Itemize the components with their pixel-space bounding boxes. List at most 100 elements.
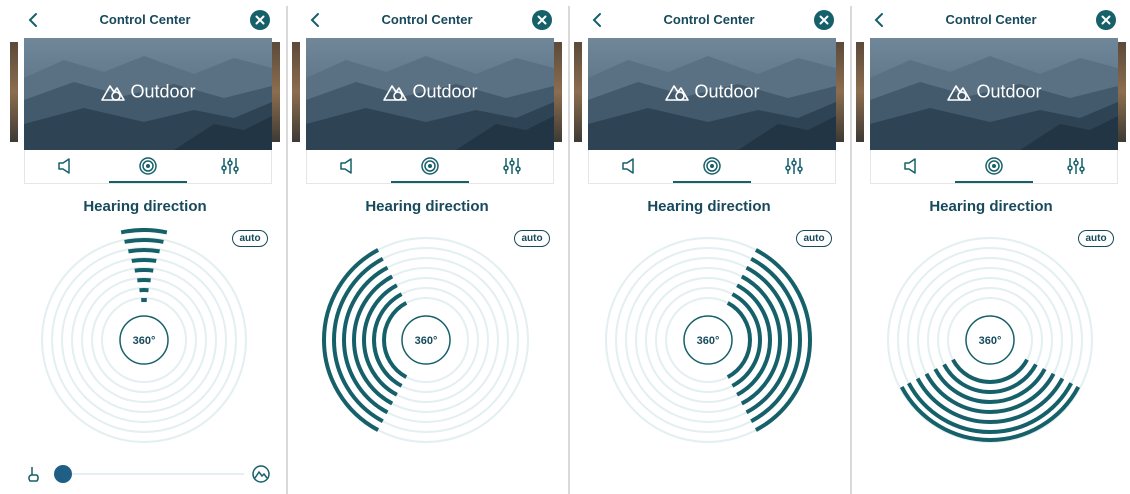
center-label: 360°	[697, 335, 720, 347]
program-label: Outdoor	[870, 80, 1118, 104]
direction-target-icon	[421, 157, 439, 175]
tab-volume[interactable]	[307, 150, 389, 183]
tab-equalizer[interactable]	[189, 150, 271, 183]
program-card[interactable]: Outdoor	[588, 38, 836, 150]
tab-direction[interactable]	[953, 150, 1035, 183]
close-icon[interactable]	[814, 10, 834, 30]
adjacent-card-right	[554, 42, 562, 142]
panel-divider	[850, 6, 852, 494]
adjacent-card-left	[292, 42, 300, 142]
header-title: Control Center	[99, 12, 191, 27]
control-center-panel: Control Center Outdoor Hearing direction a…	[10, 0, 280, 494]
tab-bar	[24, 150, 272, 184]
program-label: Outdoor	[588, 80, 836, 104]
tab-volume[interactable]	[589, 150, 671, 183]
close-icon[interactable]	[250, 10, 270, 30]
control-center-panel: Control Center Outdoor Hearing direction a…	[292, 0, 562, 494]
outdoor-program-icon	[664, 80, 690, 104]
adjacent-card-left	[10, 42, 18, 142]
slider-thumb[interactable]	[54, 465, 72, 483]
adjacent-card-right	[272, 42, 280, 142]
focus-slider	[24, 460, 272, 490]
hearing-direction-dial[interactable]: 360°	[316, 228, 536, 457]
speaker-icon	[340, 158, 352, 174]
header: Control Center	[574, 0, 844, 40]
close-icon[interactable]	[532, 10, 552, 30]
direction-rings: 360°	[322, 237, 529, 443]
active-tab-underline	[109, 181, 187, 183]
equalizer-icon	[1067, 158, 1085, 174]
outdoor-program-icon	[100, 80, 126, 104]
panel-divider	[286, 6, 288, 494]
active-tab-underline	[673, 181, 751, 183]
landscape-icon	[250, 464, 272, 489]
center-label: 360°	[133, 335, 156, 347]
tab-bar	[588, 150, 836, 184]
program-label: Outdoor	[24, 80, 272, 104]
panel-divider	[568, 6, 570, 494]
section-title: Hearing direction	[365, 198, 489, 215]
direction-target-icon	[703, 157, 721, 175]
hearing-direction-dial[interactable]: 360°	[880, 228, 1100, 457]
program-name: Outdoor	[130, 81, 196, 102]
direction-rings: 360°	[887, 237, 1093, 443]
adjacent-card-right	[1118, 42, 1126, 142]
direction-rings: 360°	[41, 227, 247, 443]
tab-equalizer[interactable]	[753, 150, 835, 183]
control-center-panel: Control Center Outdoor Hearing direction a…	[574, 0, 844, 494]
tab-direction[interactable]	[389, 150, 471, 183]
equalizer-icon	[221, 158, 239, 174]
tab-direction[interactable]	[671, 150, 753, 183]
adjacent-card-left	[574, 42, 582, 142]
hearing-direction-dial[interactable]: 360°	[598, 228, 818, 457]
direction-target-icon	[985, 157, 1003, 175]
program-name: Outdoor	[694, 81, 760, 102]
direction-target-icon	[139, 157, 157, 175]
tab-bar	[870, 150, 1118, 184]
direction-arc	[120, 227, 168, 235]
center-label: 360°	[979, 335, 1002, 347]
program-name: Outdoor	[976, 81, 1042, 102]
program-card[interactable]: Outdoor	[870, 38, 1118, 150]
tab-bar	[306, 150, 554, 184]
equalizer-icon	[785, 158, 803, 174]
adjacent-card-left	[856, 42, 864, 142]
header-title: Control Center	[945, 12, 1037, 27]
tab-equalizer[interactable]	[1035, 150, 1117, 183]
touch-icon	[24, 464, 44, 489]
center-label: 360°	[415, 335, 438, 347]
equalizer-icon	[503, 158, 521, 174]
speaker-icon	[904, 158, 916, 174]
speaker-icon	[622, 158, 634, 174]
tab-volume[interactable]	[25, 150, 107, 183]
tab-direction[interactable]	[107, 150, 189, 183]
direction-arc	[128, 248, 160, 254]
tab-volume[interactable]	[871, 150, 953, 183]
program-name: Outdoor	[412, 81, 478, 102]
section-title: Hearing direction	[83, 198, 207, 215]
direction-arc	[134, 267, 154, 273]
tab-equalizer[interactable]	[471, 150, 553, 183]
header-title: Control Center	[663, 12, 755, 27]
section-title: Hearing direction	[929, 198, 1053, 215]
header: Control Center	[856, 0, 1126, 40]
adjacent-card-right	[836, 42, 844, 142]
speaker-icon	[58, 158, 70, 174]
active-tab-underline	[391, 181, 469, 183]
direction-arc	[131, 257, 157, 263]
header-title: Control Center	[381, 12, 473, 27]
control-center-panel: Control Center Outdoor Hearing direction a…	[856, 0, 1126, 494]
program-card[interactable]: Outdoor	[24, 38, 272, 150]
section-title: Hearing direction	[647, 198, 771, 215]
slider-track	[64, 473, 244, 475]
active-tab-underline	[955, 181, 1033, 183]
hearing-direction-dial[interactable]: 360°	[34, 227, 254, 457]
header: Control Center	[10, 0, 280, 40]
direction-rings: 360°	[605, 237, 812, 443]
program-card[interactable]: Outdoor	[306, 38, 554, 150]
outdoor-program-icon	[946, 80, 972, 104]
program-label: Outdoor	[306, 80, 554, 104]
direction-arc	[124, 238, 164, 244]
close-icon[interactable]	[1096, 10, 1116, 30]
header: Control Center	[292, 0, 562, 40]
